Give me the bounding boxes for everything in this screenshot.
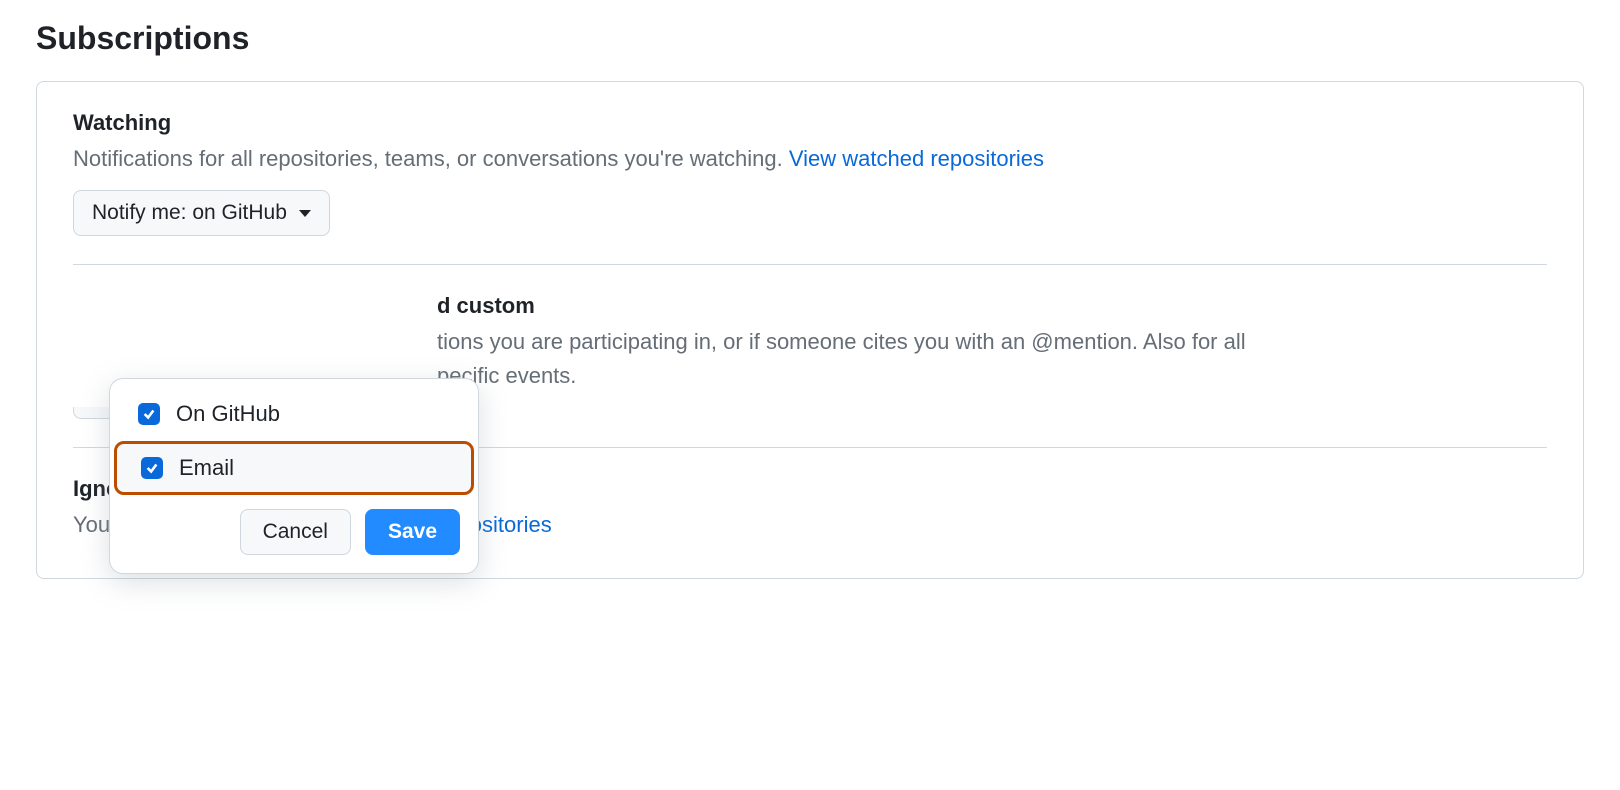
watching-title: Watching [73,110,1547,136]
participating-title-fragment: d custom [437,293,535,318]
view-watched-repositories-link[interactable]: View watched repositories [789,146,1044,171]
participating-desc-line1: tions you are participating in, or if so… [437,329,1246,354]
page-title: Subscriptions [36,20,1584,57]
option-email[interactable]: Email [114,441,474,495]
notify-me-dropdown-label: Notify me: on GitHub [92,201,287,225]
caret-down-icon [299,210,311,217]
subscriptions-panel: Watching Notifications for all repositor… [36,81,1584,579]
watching-description-text: Notifications for all repositories, team… [73,146,789,171]
watching-description: Notifications for all repositories, team… [73,142,1547,176]
option-email-label: Email [179,455,234,481]
watching-section: Watching Notifications for all repositor… [73,110,1547,264]
checkbox-checked-icon [141,457,163,479]
option-on-github-label: On GitHub [176,401,280,427]
popover-actions: Cancel Save [110,495,478,555]
notify-me-popover: On GitHub Email Cancel Save [109,378,479,574]
checkbox-checked-icon [138,403,160,425]
save-button[interactable]: Save [365,509,460,555]
option-on-github[interactable]: On GitHub [110,387,478,441]
notify-me-dropdown[interactable]: Notify me: on GitHub [73,190,330,236]
cancel-button[interactable]: Cancel [240,509,351,555]
